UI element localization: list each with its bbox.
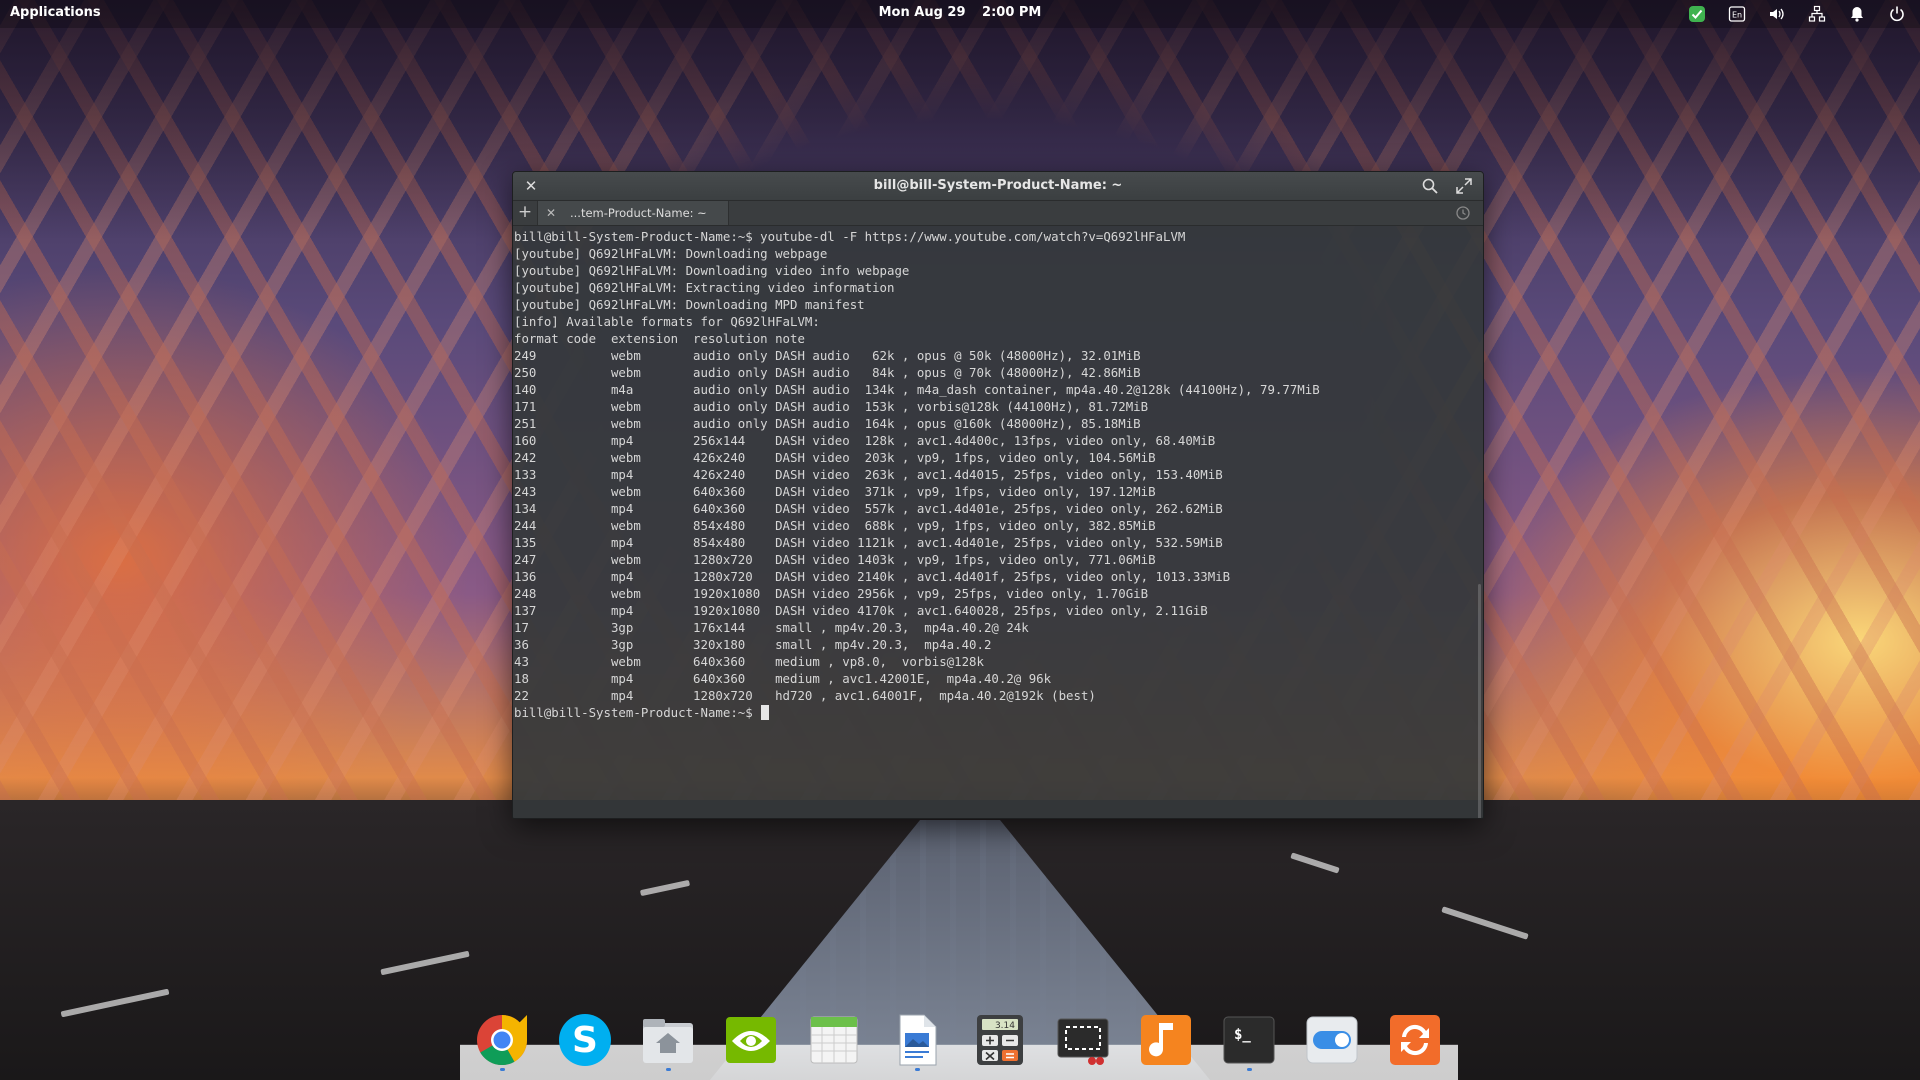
terminal-line: 249 webm audio only DASH audio 62k , opu…: [514, 348, 1141, 363]
volume-icon[interactable]: [1764, 3, 1790, 25]
chrome-icon: [477, 1015, 528, 1066]
terminal-line: 135 mp4 854x480 DASH video 1121k , avc1.…: [514, 535, 1223, 550]
dock: S 3.14 $_: [460, 1001, 1458, 1080]
running-indicator: [500, 1068, 505, 1071]
terminal-line: 171 webm audio only DASH audio 153k , vo…: [514, 399, 1149, 414]
terminal-line: 243 webm 640x360 DASH video 371k , vp9, …: [514, 484, 1156, 499]
new-tab-button[interactable]: +: [513, 201, 538, 225]
music-icon: [1141, 1015, 1191, 1065]
dock-item-calendar[interactable]: [804, 1009, 864, 1071]
tab-label: ...tem-Product-Name: ~: [570, 206, 707, 220]
dock-item-screenshot[interactable]: [1053, 1009, 1113, 1071]
tab-terminal[interactable]: ✕ ...tem-Product-Name: ~: [538, 201, 729, 225]
running-indicator: [666, 1068, 671, 1071]
svg-text:$_: $_: [1234, 1027, 1251, 1043]
dock-item-skype[interactable]: S: [555, 1009, 615, 1071]
terminal-line: 247 webm 1280x720 DASH video 1403k , vp9…: [514, 552, 1156, 567]
text-cursor: [761, 705, 770, 720]
dock-item-calculator[interactable]: 3.14: [970, 1009, 1030, 1071]
svg-text:3.14: 3.14: [995, 1021, 1015, 1031]
notifications-bell-icon[interactable]: [1844, 3, 1870, 25]
terminal-line: 43 webm 640x360 medium , vp8.0, vorbis@1…: [514, 654, 984, 669]
calculator-icon: 3.14: [977, 1015, 1023, 1065]
terminal-line: 250 webm audio only DASH audio 84k , opu…: [514, 365, 1141, 380]
terminal-line: [youtube] Q692lHFaLVM: Extracting video …: [514, 280, 895, 295]
terminal-icon: $_: [1223, 1016, 1275, 1064]
running-indicator: [915, 1068, 920, 1071]
dock-item-nvidia-settings[interactable]: [721, 1009, 781, 1071]
terminal-line: 22 mp4 1280x720 hd720 , avc1.64001F, mp4…: [514, 688, 1096, 703]
power-icon[interactable]: [1884, 3, 1910, 25]
nvidia-settings-icon: [726, 1017, 776, 1063]
window-titlebar[interactable]: ✕ bill@bill-System-Product-Name: ~: [513, 172, 1483, 201]
keyboard-layout-icon[interactable]: En: [1724, 3, 1750, 25]
history-icon[interactable]: [1455, 205, 1471, 221]
terminal-line: 17 3gp 176x144 small , mp4v.20.3, mp4a.4…: [514, 620, 1029, 635]
terminal-line: 248 webm 1920x1080 DASH video 2956k , vp…: [514, 586, 1149, 601]
dock-items: S 3.14 $_: [460, 1001, 1458, 1080]
keyboard-layout-label: En: [1732, 11, 1742, 20]
dock-item-files-home[interactable]: [638, 1009, 698, 1071]
panel-date: Mon Aug 29: [878, 5, 966, 20]
search-icon[interactable]: [1421, 177, 1439, 195]
terminal-scrollbar[interactable]: [1478, 584, 1481, 818]
window-title: bill@bill-System-Product-Name: ~: [873, 178, 1123, 193]
terminal-line: 18 mp4 640x360 medium , avc1.42001E, mp4…: [514, 671, 1052, 686]
calendar-icon: [810, 1016, 858, 1064]
terminal-line: 140 m4a audio only DASH audio 134k , m4a…: [514, 382, 1320, 397]
terminal-line: format code extension resolution note: [514, 331, 805, 346]
terminal-line: 251 webm audio only DASH audio 164k , op…: [514, 416, 1141, 431]
svg-text:S: S: [572, 1020, 598, 1061]
terminal-line: 244 webm 854x480 DASH video 688k , vp9, …: [514, 518, 1156, 533]
dock-item-software-update[interactable]: [1385, 1009, 1445, 1071]
terminal-prompt-line: bill@bill-System-Product-Name:~$: [514, 704, 1483, 721]
terminal-line: 137 mp4 1920x1080 DASH video 4170k , avc…: [514, 603, 1208, 618]
dock-item-music[interactable]: [1136, 1009, 1196, 1071]
terminal-output[interactable]: bill@bill-System-Product-Name:~$ youtube…: [513, 226, 1483, 818]
terminal-line: 134 mp4 640x360 DASH video 557k , avc1.4…: [514, 501, 1223, 516]
panel-time: 2:00 PM: [982, 5, 1042, 20]
terminal-prompt: bill@bill-System-Product-Name:~$: [514, 705, 761, 720]
terminal-line: 136 mp4 1280x720 DASH video 2140k , avc1…: [514, 569, 1231, 584]
skype-icon: S: [559, 1014, 611, 1066]
terminal-line: 160 mp4 256x144 DASH video 128k , avc1.4…: [514, 433, 1216, 448]
running-indicator: [1247, 1068, 1252, 1071]
terminal-line: 242 webm 426x240 DASH video 203k , vp9, …: [514, 450, 1156, 465]
terminal-line: 36 3gp 320x180 small , mp4v.20.3, mp4a.4…: [514, 637, 992, 652]
terminal-line: 133 mp4 426x240 DASH video 263k , avc1.4…: [514, 467, 1223, 482]
screenshot-icon: [1057, 1018, 1109, 1065]
close-tab-icon[interactable]: ✕: [546, 201, 556, 225]
files-home-icon: [643, 1019, 693, 1063]
terminal-line: [info] Available formats for Q692lHFaLVM…: [514, 314, 820, 329]
terminal-line: [youtube] Q692lHFaLVM: Downloading MPD m…: [514, 297, 865, 312]
top-panel: Applications Mon Aug 29 2:00 PM En: [0, 0, 1920, 28]
terminal-line: bill@bill-System-Product-Name:~$ youtube…: [514, 229, 1186, 244]
network-icon[interactable]: [1804, 3, 1830, 25]
document-viewer-icon: [899, 1014, 937, 1066]
tab-bar: + ✕ ...tem-Product-Name: ~: [513, 201, 1483, 226]
terminal-line: [youtube] Q692lHFaLVM: Downloading webpa…: [514, 246, 828, 261]
checkmark-shield-icon[interactable]: [1684, 3, 1710, 25]
terminal-line: [youtube] Q692lHFaLVM: Downloading video…: [514, 263, 910, 278]
dock-item-terminal[interactable]: $_: [1219, 1009, 1279, 1071]
panel-indicators: En: [1684, 3, 1910, 25]
dock-item-system-settings[interactable]: [1302, 1009, 1362, 1071]
panel-clock[interactable]: Mon Aug 29 2:00 PM: [0, 5, 1920, 20]
dock-item-document-viewer[interactable]: [887, 1009, 947, 1071]
dock-item-chrome[interactable]: [472, 1009, 532, 1071]
terminal-window: ✕ bill@bill-System-Product-Name: ~ + ✕ .…: [512, 171, 1484, 819]
system-settings-icon: [1306, 1016, 1358, 1064]
software-update-icon: [1390, 1015, 1440, 1065]
maximize-icon[interactable]: [1455, 177, 1473, 195]
